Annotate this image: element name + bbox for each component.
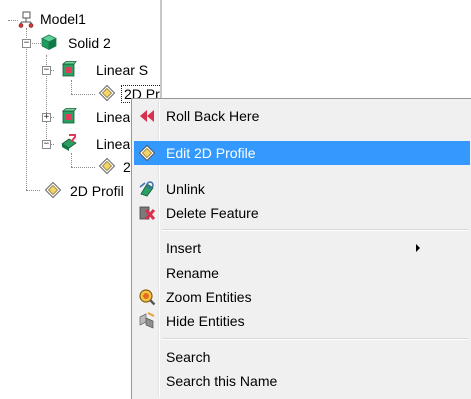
menu-item-label: Hide Entities xyxy=(166,313,245,329)
submenu-arrow-icon xyxy=(416,244,420,252)
rollback-icon xyxy=(140,110,154,122)
tree-node-solid-label[interactable]: Solid 2 xyxy=(68,34,111,52)
menu-item-label: Rename xyxy=(166,265,219,281)
unlink-icon xyxy=(139,181,154,197)
collapse-toggle[interactable]: − xyxy=(42,66,51,75)
tree-connector xyxy=(71,80,72,94)
menu-separator xyxy=(162,338,468,340)
menu-item-hide-entities[interactable]: Hide Entities xyxy=(134,309,470,333)
menu-item-search[interactable]: Search xyxy=(134,345,470,369)
tree-node-model-label[interactable]: Model1 xyxy=(40,10,86,28)
tree-connector xyxy=(71,153,72,167)
tree-connector xyxy=(26,190,40,191)
menu-item-label: Edit 2D Profile xyxy=(166,145,256,161)
expand-toggle[interactable]: + xyxy=(42,113,51,122)
collapse-toggle[interactable]: − xyxy=(42,140,51,149)
linear-feature-icon xyxy=(61,108,77,124)
menu-item-zoom-entities[interactable]: Zoom Entities xyxy=(134,285,470,309)
context-menu: Roll Back Here Edit 2D Profile Unlink De… xyxy=(131,98,471,399)
model-icon xyxy=(18,11,34,28)
menu-item-search-this-name[interactable]: Search this Name xyxy=(134,369,470,393)
hide-entities-icon xyxy=(139,312,155,329)
menu-item-label: Search xyxy=(166,349,211,365)
menu-item-label: Roll Back Here xyxy=(166,108,260,124)
delete-feature-icon xyxy=(139,206,156,220)
menu-item-label: Delete Feature xyxy=(166,205,259,221)
tree-node-linear-2-label[interactable]: Linea xyxy=(96,108,130,126)
tree-node-linear-3-label[interactable]: Linea xyxy=(96,135,130,153)
menu-item-label: Zoom Entities xyxy=(166,289,252,305)
profile-2d-icon xyxy=(98,84,116,102)
tree-node-profile-bottom-label[interactable]: 2D Profil xyxy=(70,182,132,200)
menu-item-roll-back-here[interactable]: Roll Back Here xyxy=(134,104,470,128)
edit-profile-icon xyxy=(138,144,156,162)
zoom-entities-icon xyxy=(139,289,156,306)
menu-item-label: Search this Name xyxy=(166,373,278,389)
menu-item-delete-feature[interactable]: Delete Feature xyxy=(134,201,470,225)
menu-item-label: Insert xyxy=(166,240,202,256)
tree-connector xyxy=(71,94,95,95)
linear-edit-icon xyxy=(61,134,77,151)
menu-item-rename[interactable]: Rename xyxy=(134,261,470,285)
menu-item-unlink[interactable]: Unlink xyxy=(134,177,470,201)
linear-feature-icon xyxy=(61,61,77,77)
tree-node-profile-child-label[interactable]: 2 xyxy=(123,158,131,176)
solid-cube-icon xyxy=(41,34,57,51)
collapse-toggle[interactable]: − xyxy=(22,39,31,48)
menu-item-label: Unlink xyxy=(166,181,205,197)
profile-2d-icon xyxy=(98,157,116,175)
menu-item-insert[interactable]: Insert xyxy=(134,236,470,260)
tree-connector xyxy=(71,167,95,168)
tree-node-linear-label[interactable]: Linear S xyxy=(96,61,150,79)
menu-item-edit-2d-profile[interactable]: Edit 2D Profile xyxy=(134,141,470,165)
tree-connector xyxy=(26,28,27,190)
menu-separator xyxy=(162,229,468,231)
profile-2d-icon xyxy=(44,181,62,199)
